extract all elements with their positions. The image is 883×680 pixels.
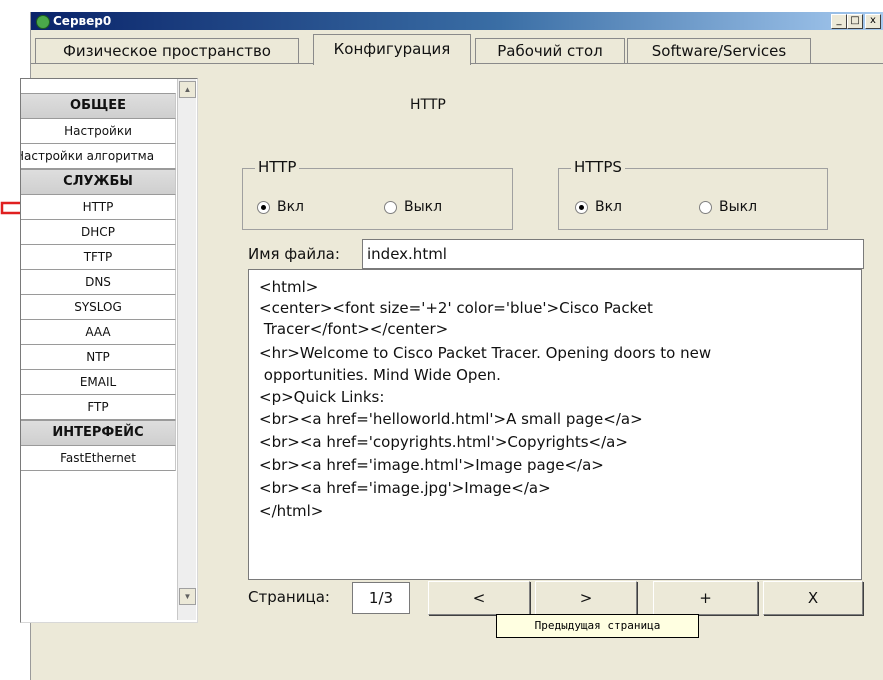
sidebar-item-algorithm-settings[interactable]: Настройки алгоритма — [21, 144, 176, 169]
https-group: HTTPS Вкл Выкл — [558, 158, 828, 230]
https-group-title: HTTPS — [571, 158, 625, 176]
sidebar-item-tftp[interactable]: TFTP — [21, 245, 176, 270]
page-title: HTTP — [410, 97, 446, 113]
filename-label: Имя файла: — [248, 245, 340, 263]
editor-line: <center><font size='+2' color='blue'>Cis… — [259, 299, 653, 317]
editor-line: <br><a href='image.jpg'>Image</a> — [259, 479, 551, 497]
sidebar-item-ftp[interactable]: FTP — [21, 395, 176, 420]
tab-software-services[interactable]: Software/Services — [627, 38, 811, 63]
sidebar-scrollbar[interactable]: ▲ ▼ — [177, 79, 196, 620]
sidebar-item-fastethernet[interactable]: FastEthernet — [21, 446, 176, 471]
sidebar-item-settings[interactable]: Настройки — [21, 119, 176, 144]
https-off-radio[interactable]: Выкл — [699, 199, 757, 215]
tab-physical[interactable]: Физическое пространство — [35, 38, 299, 63]
delete-page-button[interactable]: X — [763, 581, 863, 615]
page-label: Страница: — [248, 588, 330, 606]
sidebar-item-dns[interactable]: DNS — [21, 270, 176, 295]
https-off-label: Выкл — [719, 199, 758, 215]
http-off-label: Выкл — [404, 199, 443, 215]
sidebar-header-services: СЛУЖБЫ — [21, 169, 176, 195]
radio-selected-icon — [257, 200, 270, 214]
sidebar-item-syslog[interactable]: SYSLOG — [21, 295, 176, 320]
scroll-down-icon[interactable]: ▼ — [179, 588, 196, 605]
editor-line: <hr>Welcome to Cisco Packet Tracer. Open… — [259, 344, 712, 362]
radio-unselected-icon — [699, 200, 712, 214]
sidebar-item-http[interactable]: HTTP — [21, 195, 176, 220]
maximize-button[interactable]: □ — [847, 14, 863, 29]
editor-line: </html> — [259, 502, 324, 520]
sidebar-item-email[interactable]: EMAIL — [21, 370, 176, 395]
editor-line: Tracer</font></center> — [259, 320, 449, 338]
add-page-button[interactable]: + — [653, 581, 758, 615]
http-on-radio[interactable]: Вкл — [257, 199, 304, 215]
minimize-button[interactable]: _ — [831, 14, 847, 29]
sidebar: ОБЩЕЕ Настройки Настройки алгоритма СЛУЖ… — [20, 78, 198, 623]
editor-line: <html> — [259, 278, 319, 296]
title-bar: Сервер0 _ □ x — [31, 12, 883, 30]
app-icon — [36, 15, 50, 29]
filename-input[interactable]: index.html — [362, 239, 864, 269]
html-editor[interactable]: <html> <center><font size='+2' color='bl… — [248, 269, 862, 580]
editor-line: <p>Quick Links: — [259, 388, 385, 406]
sidebar-item-aaa[interactable]: AAA — [21, 320, 176, 345]
https-on-label: Вкл — [595, 199, 623, 215]
prev-page-tooltip: Предыдущая страница — [496, 614, 699, 638]
https-on-radio[interactable]: Вкл — [575, 199, 622, 215]
radio-selected-icon — [575, 200, 588, 214]
sidebar-item-dhcp[interactable]: DHCP — [21, 220, 176, 245]
editor-line: <br><a href='image.html'>Image page</a> — [259, 456, 604, 474]
editor-line: <br><a href='copyrights.html'>Copyrights… — [259, 433, 628, 451]
http-off-radio[interactable]: Выкл — [384, 199, 442, 215]
radio-unselected-icon — [384, 200, 397, 214]
next-page-button[interactable]: > — [535, 581, 637, 615]
scroll-up-icon[interactable]: ▲ — [179, 81, 196, 98]
http-on-label: Вкл — [277, 199, 305, 215]
editor-line: <br><a href='helloworld.html'>A small pa… — [259, 410, 643, 428]
page-number-field[interactable]: 1/3 — [352, 582, 410, 614]
http-group: HTTP Вкл Выкл — [242, 158, 513, 230]
close-button[interactable]: x — [865, 14, 881, 29]
prev-page-button[interactable]: < — [428, 581, 530, 615]
sidebar-item-ntp[interactable]: NTP — [21, 345, 176, 370]
http-group-title: HTTP — [255, 158, 300, 176]
window-title: Сервер0 — [53, 14, 112, 28]
sidebar-header-interface: ИНТЕРФЕЙС — [21, 420, 176, 446]
tab-desktop[interactable]: Рабочий стол — [475, 38, 625, 63]
sidebar-header-general: ОБЩЕЕ — [21, 93, 176, 119]
tab-config[interactable]: Конфигурация — [313, 34, 471, 65]
editor-line: opportunities. Mind Wide Open. — [259, 366, 501, 384]
